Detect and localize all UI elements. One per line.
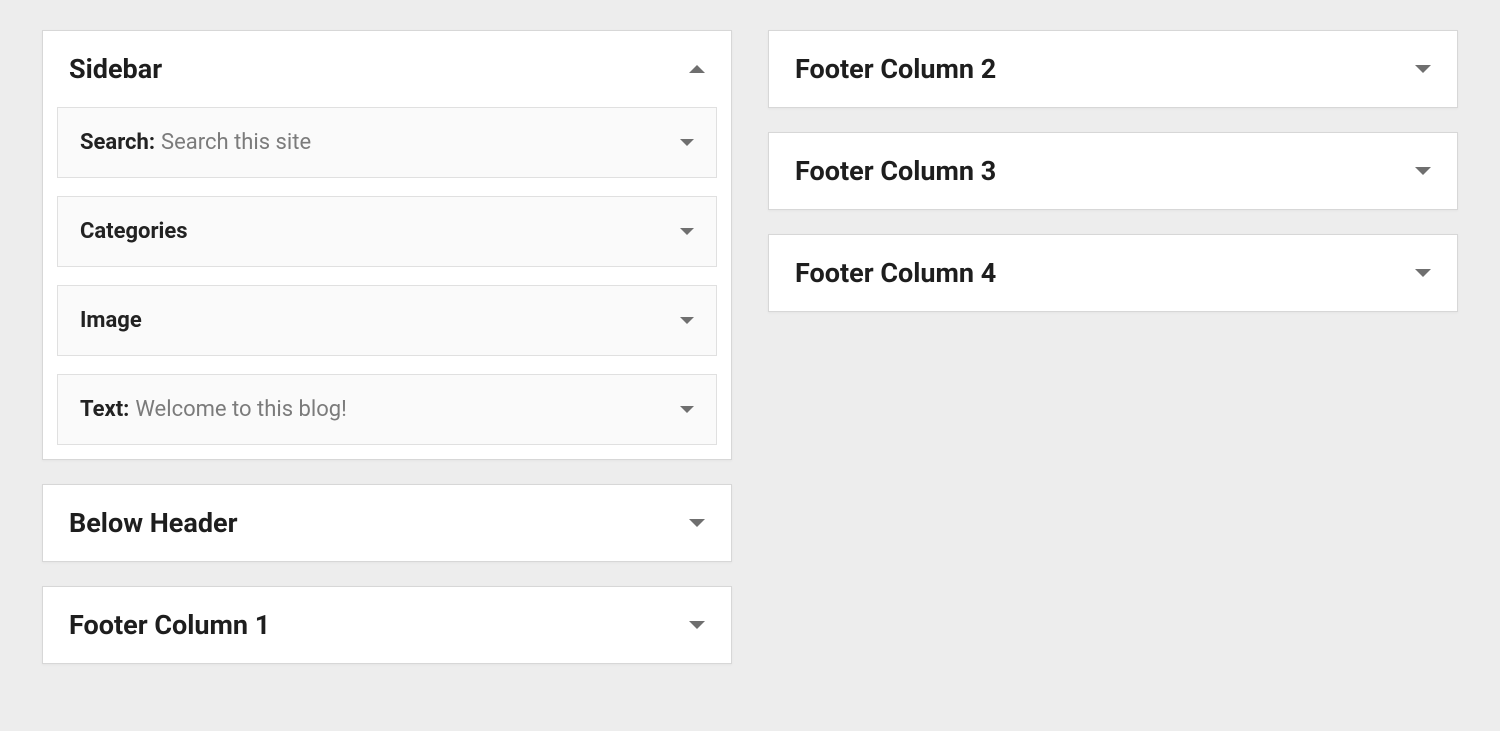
chevron-down-icon	[1415, 65, 1431, 73]
chevron-down-icon	[1415, 269, 1431, 277]
panel-footer-col-1-header[interactable]: Footer Column 1	[43, 587, 731, 663]
panel-below-header: Below Header	[42, 484, 732, 562]
panel-sidebar-header[interactable]: Sidebar	[43, 31, 731, 107]
panel-footer-col-2: Footer Column 2	[768, 30, 1458, 108]
panel-footer-col-1-title: Footer Column 1	[69, 609, 270, 641]
chevron-down-icon	[1415, 167, 1431, 175]
chevron-down-icon	[680, 317, 694, 324]
widget-image-label: Image	[80, 308, 142, 333]
widget-text-name: Text	[80, 397, 123, 422]
chevron-down-icon	[680, 139, 694, 146]
widget-areas-columns: Sidebar Search: Search this site Categor…	[42, 30, 1458, 688]
widget-search[interactable]: Search: Search this site	[57, 107, 717, 178]
chevron-up-icon	[689, 65, 705, 73]
panel-footer-col-4: Footer Column 4	[768, 234, 1458, 312]
widget-image[interactable]: Image	[57, 285, 717, 356]
panel-footer-col-2-title: Footer Column 2	[795, 53, 996, 85]
left-column: Sidebar Search: Search this site Categor…	[42, 30, 732, 688]
chevron-down-icon	[680, 228, 694, 235]
panel-footer-col-2-header[interactable]: Footer Column 2	[769, 31, 1457, 107]
widget-text[interactable]: Text: Welcome to this blog!	[57, 374, 717, 445]
panel-footer-col-4-header[interactable]: Footer Column 4	[769, 235, 1457, 311]
widget-search-name: Search	[80, 130, 149, 155]
widget-categories-label: Categories	[80, 219, 188, 244]
widget-search-label: Search: Search this site	[80, 130, 311, 155]
chevron-down-icon	[680, 406, 694, 413]
widget-categories-name: Categories	[80, 219, 188, 244]
right-column: Footer Column 2 Footer Column 3 Footer C…	[768, 30, 1458, 688]
panel-sidebar-title: Sidebar	[69, 53, 162, 85]
widget-text-desc: Welcome to this blog!	[135, 397, 346, 422]
panel-footer-col-1: Footer Column 1	[42, 586, 732, 664]
widget-categories[interactable]: Categories	[57, 196, 717, 267]
chevron-down-icon	[689, 621, 705, 629]
widget-text-label: Text: Welcome to this blog!	[80, 397, 347, 422]
panel-footer-col-3-title: Footer Column 3	[795, 155, 996, 187]
panel-below-header-title: Below Header	[69, 507, 238, 539]
panel-sidebar-body: Search: Search this site Categories Imag…	[43, 107, 731, 459]
panel-footer-col-3: Footer Column 3	[768, 132, 1458, 210]
chevron-down-icon	[689, 519, 705, 527]
panel-footer-col-3-header[interactable]: Footer Column 3	[769, 133, 1457, 209]
panel-below-header-header[interactable]: Below Header	[43, 485, 731, 561]
widget-image-name: Image	[80, 308, 142, 333]
panel-footer-col-4-title: Footer Column 4	[795, 257, 996, 289]
widget-search-desc: Search this site	[161, 130, 311, 155]
panel-sidebar: Sidebar Search: Search this site Categor…	[42, 30, 732, 460]
